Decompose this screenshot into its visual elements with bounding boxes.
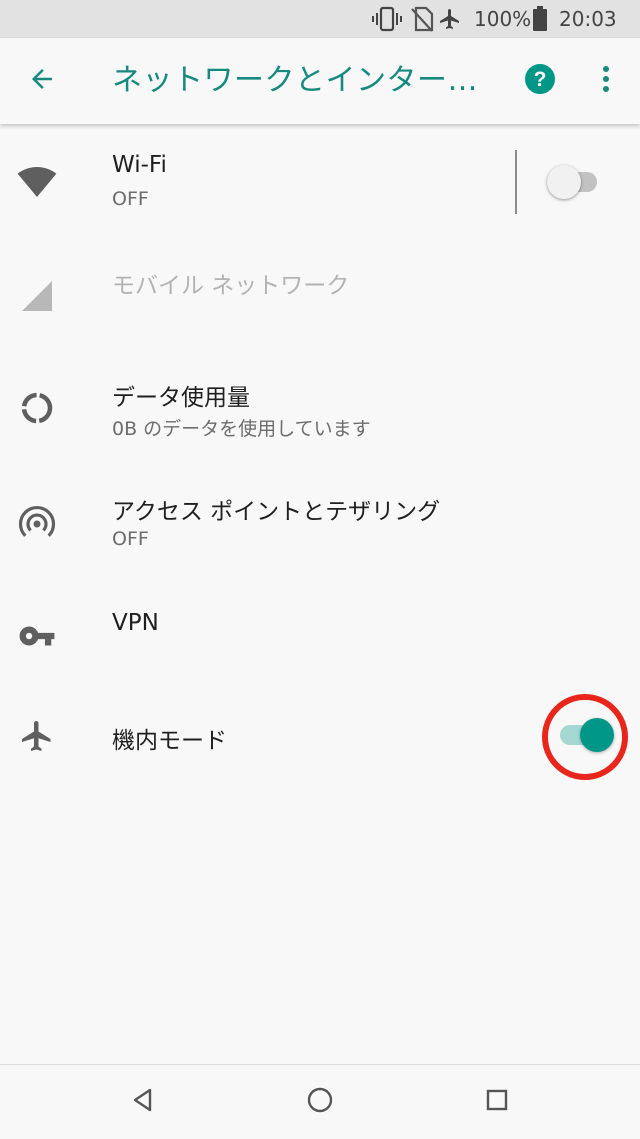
wifi-item[interactable]: Wi-Fi OFF	[0, 130, 640, 242]
hotspot-summary: OFF	[112, 528, 149, 550]
airplane-mode-title: 機内モード	[112, 728, 227, 754]
wifi-title: Wi-Fi	[112, 152, 167, 178]
signal-icon	[14, 273, 60, 319]
nav-home-button[interactable]	[297, 1079, 343, 1125]
wifi-summary: OFF	[112, 188, 149, 210]
more-options-button[interactable]	[584, 59, 628, 103]
recents-square-icon	[485, 1088, 509, 1116]
svg-text:?: ?	[534, 68, 547, 91]
highlight-circle	[542, 694, 628, 780]
battery-percentage: 100%	[474, 7, 532, 31]
wifi-toggle[interactable]	[547, 165, 597, 199]
airplane-icon	[438, 0, 462, 38]
battery-icon	[532, 0, 548, 38]
mobile-network-title: モバイル ネットワーク	[112, 273, 350, 299]
status-time: 20:03	[559, 7, 617, 31]
data-usage-summary: 0B のデータを使用しています	[112, 418, 371, 440]
hotspot-tethering-item[interactable]: アクセス ポイントとテザリング OFF	[0, 466, 640, 578]
page-title: ネットワークとインター…	[112, 63, 478, 98]
mobile-network-item[interactable]: モバイル ネットワーク	[0, 242, 640, 354]
hotspot-icon	[14, 500, 60, 546]
data-usage-icon	[14, 385, 60, 431]
data-usage-title: データ使用量	[112, 385, 250, 411]
wifi-divider	[515, 150, 517, 214]
vpn-title: VPN	[112, 610, 159, 636]
arrow-back-icon	[27, 64, 57, 98]
more-vert-icon	[601, 64, 611, 98]
vpn-key-icon	[14, 613, 60, 659]
wifi-icon	[14, 159, 60, 205]
help-button[interactable]: ?	[518, 59, 562, 103]
nav-recents-button[interactable]	[474, 1079, 520, 1125]
app-toolbar: ネットワークとインター… ?	[0, 38, 640, 124]
airplane-icon	[14, 713, 60, 759]
nav-back-button[interactable]	[120, 1079, 166, 1125]
no-sim-icon	[410, 0, 434, 38]
vibrate-icon	[372, 0, 402, 38]
vpn-item[interactable]: VPN	[0, 578, 640, 690]
wifi-toggle-thumb	[547, 165, 581, 199]
status-bar: 100% 20:03	[0, 0, 640, 38]
data-usage-item[interactable]: データ使用量 0B のデータを使用しています	[0, 354, 640, 466]
back-triangle-icon	[130, 1087, 156, 1117]
hotspot-title: アクセス ポイントとテザリング	[112, 499, 441, 525]
home-circle-icon	[306, 1086, 334, 1118]
back-button[interactable]	[20, 59, 64, 103]
navigation-bar	[0, 1064, 640, 1139]
help-icon: ?	[523, 62, 557, 100]
